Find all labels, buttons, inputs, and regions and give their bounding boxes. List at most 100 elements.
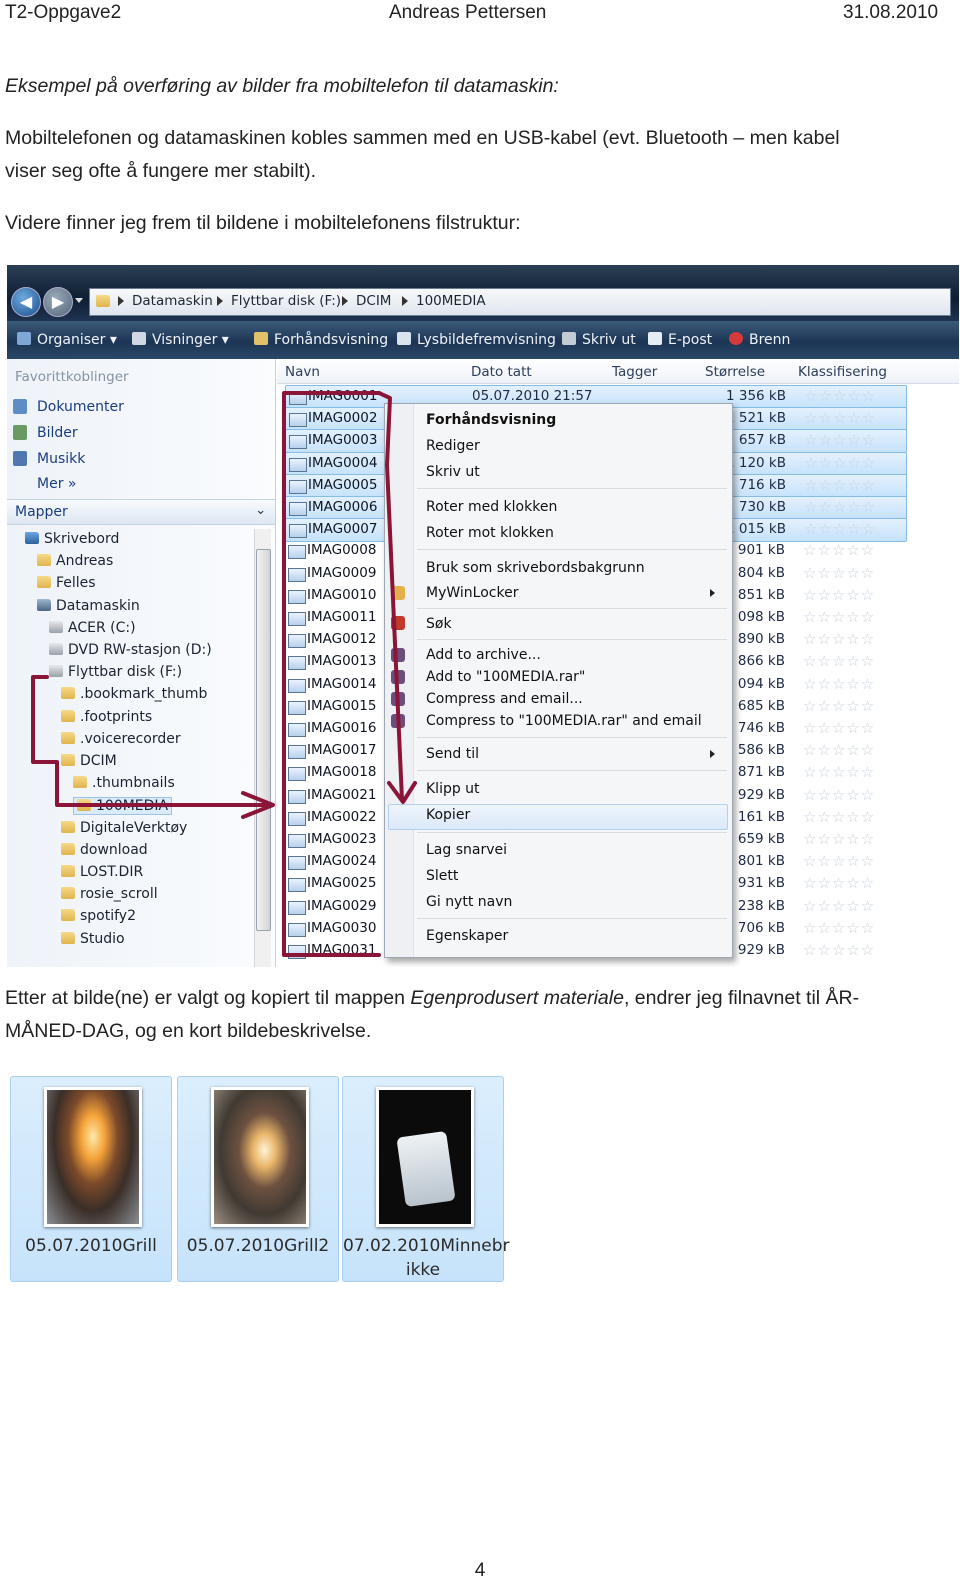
chevron-right-icon[interactable] bbox=[402, 296, 408, 306]
tree-item[interactable]: .voicerecorder bbox=[61, 731, 181, 747]
tree-item[interactable]: Andreas bbox=[37, 553, 113, 569]
rating-stars-icon[interactable]: ☆☆☆☆☆ bbox=[803, 719, 875, 737]
slideshow-button[interactable]: Lysbildefremvisning bbox=[397, 332, 556, 348]
rating-stars-icon[interactable]: ☆☆☆☆☆ bbox=[803, 697, 875, 715]
menu-item-mywinlocker[interactable]: MyWinLocker bbox=[426, 585, 518, 601]
column-tags[interactable]: Tagger bbox=[612, 364, 657, 380]
rating-stars-icon[interactable]: ☆☆☆☆☆ bbox=[803, 564, 875, 582]
rating-stars-icon[interactable]: ☆☆☆☆☆ bbox=[804, 431, 876, 449]
rating-stars-icon[interactable]: ☆☆☆☆☆ bbox=[804, 520, 876, 538]
tree-item[interactable]: .thumbnails bbox=[73, 775, 175, 791]
organize-button[interactable]: Organiser ▾ bbox=[17, 332, 117, 348]
thumbnail-item[interactable]: 07.02.2010Minnebr ikke bbox=[342, 1076, 510, 1282]
breadcrumb-item[interactable]: DCIM bbox=[356, 293, 391, 309]
thumbnail-item[interactable]: 05.07.2010Grill2 bbox=[177, 1076, 339, 1282]
breadcrumb[interactable]: Datamaskin Flyttbar disk (F:) DCIM 100ME… bbox=[89, 288, 951, 316]
burn-button[interactable]: Brenn bbox=[729, 332, 790, 348]
rating-stars-icon[interactable]: ☆☆☆☆☆ bbox=[803, 586, 875, 604]
menu-item-compress-to-rar-and-email[interactable]: Compress to "100MEDIA.rar" and email bbox=[426, 713, 702, 729]
favorite-more[interactable]: Mer » bbox=[37, 476, 76, 492]
chevron-right-icon[interactable] bbox=[118, 296, 124, 306]
tree-item[interactable]: Studio bbox=[61, 931, 125, 947]
menu-item-search[interactable]: Søk bbox=[426, 616, 452, 632]
menu-item-copy[interactable]: Kopier bbox=[426, 807, 470, 823]
rating-stars-icon[interactable]: ☆☆☆☆☆ bbox=[803, 830, 875, 848]
column-date-taken[interactable]: Dato tatt bbox=[471, 364, 532, 380]
scrollbar-thumb[interactable] bbox=[256, 549, 271, 931]
menu-item-add-to-rar[interactable]: Add to "100MEDIA.rar" bbox=[426, 669, 585, 685]
tree-item[interactable]: ACER (C:) bbox=[49, 620, 136, 636]
menu-item-add-to-archive[interactable]: Add to archive... bbox=[426, 647, 541, 663]
column-size[interactable]: Størrelse bbox=[705, 364, 765, 380]
rating-stars-icon[interactable]: ☆☆☆☆☆ bbox=[803, 852, 875, 870]
print-button[interactable]: Skriv ut bbox=[562, 332, 636, 348]
rating-stars-icon[interactable]: ☆☆☆☆☆ bbox=[804, 476, 876, 494]
menu-item-properties[interactable]: Egenskaper bbox=[426, 928, 508, 944]
menu-item-print[interactable]: Skriv ut bbox=[426, 464, 480, 480]
breadcrumb-item[interactable]: 100MEDIA bbox=[416, 293, 486, 309]
forward-icon[interactable]: ▶ bbox=[43, 287, 73, 317]
rating-stars-icon[interactable]: ☆☆☆☆☆ bbox=[803, 897, 875, 915]
rating-stars-icon[interactable]: ☆☆☆☆☆ bbox=[803, 741, 875, 759]
rating-stars-icon[interactable]: ☆☆☆☆☆ bbox=[803, 808, 875, 826]
menu-item-delete[interactable]: Slett bbox=[426, 868, 458, 884]
views-button[interactable]: Visninger ▾ bbox=[132, 332, 229, 348]
tree-item[interactable]: Flyttbar disk (F:) bbox=[49, 664, 182, 680]
email-button[interactable]: E-post bbox=[648, 332, 712, 348]
breadcrumb-item[interactable]: Datamaskin bbox=[132, 293, 213, 309]
folders-header[interactable]: Mapper ⌄ bbox=[7, 499, 275, 525]
tree-item[interactable]: Skrivebord bbox=[25, 531, 119, 547]
column-name[interactable]: Navn bbox=[285, 364, 320, 380]
tree-item[interactable]: DCIM bbox=[61, 753, 117, 769]
chevron-right-icon[interactable] bbox=[217, 296, 223, 306]
tree-item[interactable]: rosie_scroll bbox=[61, 886, 158, 902]
tree-item[interactable]: Felles bbox=[37, 575, 96, 591]
tree-item[interactable]: spotify2 bbox=[61, 908, 136, 924]
rating-stars-icon[interactable]: ☆☆☆☆☆ bbox=[803, 786, 875, 804]
rating-stars-icon[interactable]: ☆☆☆☆☆ bbox=[803, 941, 875, 959]
column-rating[interactable]: Klassifisering bbox=[798, 364, 887, 380]
tree-item[interactable]: .bookmark_thumb bbox=[61, 686, 207, 702]
history-dropdown-icon[interactable] bbox=[75, 298, 83, 303]
menu-item-rename[interactable]: Gi nytt navn bbox=[426, 894, 512, 910]
rating-stars-icon[interactable]: ☆☆☆☆☆ bbox=[803, 652, 875, 670]
menu-item-create-shortcut[interactable]: Lag snarvei bbox=[426, 842, 507, 858]
menu-item-send-to[interactable]: Send til bbox=[426, 746, 479, 762]
tree-item[interactable]: .footprints bbox=[61, 709, 152, 725]
rating-stars-icon[interactable]: ☆☆☆☆☆ bbox=[803, 763, 875, 781]
rating-stars-icon[interactable]: ☆☆☆☆☆ bbox=[804, 387, 876, 405]
tree-item[interactable]: LOST.DIR bbox=[61, 864, 143, 880]
rating-stars-icon[interactable]: ☆☆☆☆☆ bbox=[803, 675, 875, 693]
rating-stars-icon[interactable]: ☆☆☆☆☆ bbox=[803, 630, 875, 648]
rating-stars-icon[interactable]: ☆☆☆☆☆ bbox=[803, 541, 875, 559]
menu-item-edit[interactable]: Rediger bbox=[426, 438, 480, 454]
menu-item-rotate-counterclockwise[interactable]: Roter mot klokken bbox=[426, 525, 554, 541]
usb-stick-shape bbox=[396, 1130, 456, 1208]
tree-item[interactable]: Datamaskin bbox=[37, 598, 140, 614]
favorite-music[interactable]: Musikk bbox=[37, 451, 85, 467]
tree-item[interactable]: DVD RW-stasjon (D:) bbox=[49, 642, 212, 658]
rating-stars-icon[interactable]: ☆☆☆☆☆ bbox=[803, 608, 875, 626]
breadcrumb-item[interactable]: Flyttbar disk (F:) bbox=[231, 293, 341, 309]
favorite-documents[interactable]: Dokumenter bbox=[37, 399, 124, 415]
thumbnail-item[interactable]: 05.07.2010Grill bbox=[10, 1076, 172, 1282]
tree-item[interactable]: download bbox=[61, 842, 148, 858]
rating-stars-icon[interactable]: ☆☆☆☆☆ bbox=[803, 874, 875, 892]
rating-stars-icon[interactable]: ☆☆☆☆☆ bbox=[804, 498, 876, 516]
menu-item-cut[interactable]: Klipp ut bbox=[426, 781, 480, 797]
tree-item[interactable]: 100MEDIA bbox=[73, 797, 173, 816]
tree-scrollbar[interactable] bbox=[254, 529, 271, 967]
rating-stars-icon[interactable]: ☆☆☆☆☆ bbox=[803, 919, 875, 937]
menu-item-compress-and-email[interactable]: Compress and email... bbox=[426, 691, 583, 707]
preview-button[interactable]: Forhåndsvisning bbox=[254, 332, 388, 348]
chevron-down-icon[interactable]: ⌄ bbox=[255, 502, 266, 518]
menu-item-rotate-clockwise[interactable]: Roter med klokken bbox=[426, 499, 557, 515]
menu-item-preview[interactable]: Forhåndsvisning bbox=[426, 412, 556, 428]
tree-item[interactable]: DigitaleVerktøy bbox=[61, 820, 187, 836]
rating-stars-icon[interactable]: ☆☆☆☆☆ bbox=[804, 409, 876, 427]
favorite-pictures[interactable]: Bilder bbox=[37, 425, 78, 441]
rating-stars-icon[interactable]: ☆☆☆☆☆ bbox=[804, 454, 876, 472]
back-icon[interactable]: ◀ bbox=[11, 287, 41, 317]
menu-item-set-desktop-background[interactable]: Bruk som skrivebordsbakgrunn bbox=[426, 560, 645, 576]
chevron-right-icon[interactable] bbox=[342, 296, 348, 306]
